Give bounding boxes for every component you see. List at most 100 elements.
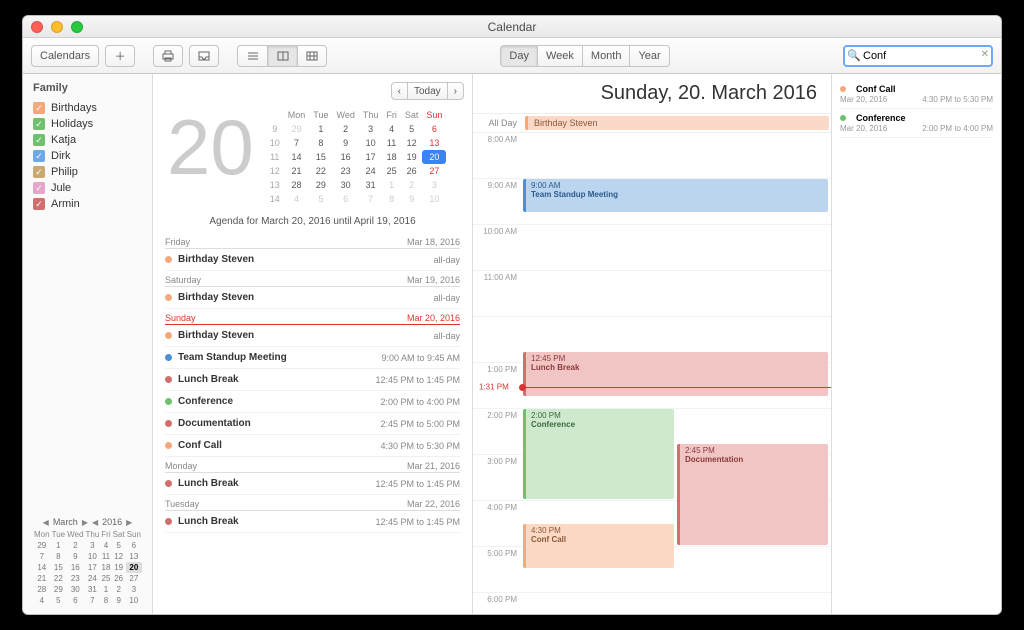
notifications-button[interactable]: [189, 45, 219, 67]
checkbox-icon[interactable]: ✓: [33, 182, 45, 194]
view-month-button[interactable]: Month: [582, 45, 630, 67]
checkbox-icon[interactable]: ✓: [33, 198, 45, 210]
dot-icon: [165, 256, 172, 263]
calendar-item[interactable]: ✓ Dirk: [33, 148, 142, 164]
tray-icon: [197, 50, 211, 62]
day-event[interactable]: 4:30 PMConf Call: [523, 524, 674, 568]
print-button[interactable]: [153, 45, 183, 67]
next-year-icon[interactable]: ▶: [126, 518, 132, 527]
app-window: Calendar Calendars ＋ DayWeekMonthYear 🔍 …: [22, 15, 1002, 615]
agenda-item-time: all-day: [433, 255, 460, 265]
agenda-item-time: all-day: [433, 331, 460, 341]
agenda-item-title: Lunch Break: [178, 478, 375, 489]
prev-button[interactable]: ‹: [391, 82, 407, 100]
agenda-list[interactable]: FridayMar 18, 2016Birthday Stevenall-day…: [153, 233, 472, 614]
next-button[interactable]: ›: [447, 82, 464, 100]
search-field[interactable]: 🔍 ✕: [843, 45, 993, 67]
agenda-day-header: MondayMar 21, 2016: [165, 457, 460, 473]
agenda-item[interactable]: Lunch Break12:45 PM to 1:45 PM: [165, 511, 460, 533]
add-button[interactable]: ＋: [105, 45, 135, 67]
agenda-item[interactable]: Birthday Stevenall-day: [165, 249, 460, 271]
layout-split-button[interactable]: [267, 45, 297, 67]
result-title: Conference: [856, 113, 906, 123]
agenda-day-header: TuesdayMar 22, 2016: [165, 495, 460, 511]
agenda-item[interactable]: Conference2:00 PM to 4:00 PM: [165, 391, 460, 413]
agenda-header: Agenda for March 20, 2016 until April 19…: [153, 216, 472, 227]
hour-label: 4:00 PM: [473, 501, 523, 546]
day-heading: Sunday, 20. March 2016: [473, 74, 831, 113]
calendar-label: Jule: [51, 182, 71, 194]
view-year-button[interactable]: Year: [629, 45, 669, 67]
checkbox-icon[interactable]: ✓: [33, 118, 45, 130]
result-time: 2:00 PM to 4:00 PM: [922, 124, 993, 133]
checkbox-icon[interactable]: ✓: [33, 134, 45, 146]
agenda-item-time: 2:00 PM to 4:00 PM: [380, 397, 460, 407]
calendar-item[interactable]: ✓Birthdays: [33, 100, 142, 116]
hour-label: 3:00 PM: [473, 455, 523, 500]
allday-label: All Day: [473, 114, 523, 132]
agenda-item[interactable]: Documentation2:45 PM to 5:00 PM: [165, 413, 460, 435]
search-result-item[interactable]: Conf CallMar 20, 20164:30 PM to 5:30 PM: [840, 80, 993, 109]
minimize-icon[interactable]: [51, 21, 63, 33]
big-day-number: 20: [167, 108, 254, 186]
allday-event[interactable]: Birthday Steven: [525, 116, 829, 130]
agenda-item-title: Birthday Steven: [178, 292, 433, 303]
layout-grid-button[interactable]: [297, 45, 327, 67]
agenda-item-title: Lunch Break: [178, 516, 375, 527]
calendar-item[interactable]: ✓ Holidays: [33, 116, 142, 132]
checkbox-icon[interactable]: ✓: [33, 166, 45, 178]
month-calendar[interactable]: MonTueWedThuFriSatSun9291234561078910111…: [266, 108, 447, 206]
day-view: Sunday, 20. March 2016 All Day Birthday …: [473, 74, 831, 614]
calendar-label: Dirk: [51, 150, 71, 162]
agenda-item[interactable]: Birthday Stevenall-day: [165, 325, 460, 347]
view-day-button[interactable]: Day: [500, 45, 537, 67]
dot-icon: [840, 86, 846, 92]
day-event[interactable]: 2:45 PMDocumentation: [677, 444, 828, 546]
clear-search-icon[interactable]: ✕: [981, 49, 989, 60]
agenda-day-header: FridayMar 18, 2016: [165, 233, 460, 249]
time-grid[interactable]: 8:00 AM9:00 AM10:00 AM11:00 AM1:00 PM2:0…: [473, 133, 831, 614]
close-icon[interactable]: [31, 21, 43, 33]
calendars-button[interactable]: Calendars: [31, 45, 99, 67]
today-button[interactable]: Today: [407, 82, 447, 100]
prev-year-icon[interactable]: ◀: [92, 518, 98, 527]
dot-icon: [165, 376, 172, 383]
search-result-item[interactable]: ConferenceMar 20, 20162:00 PM to 4:00 PM: [840, 109, 993, 138]
checkbox-icon[interactable]: ✓: [33, 150, 45, 162]
agenda-item[interactable]: Conf Call4:30 PM to 5:30 PM: [165, 435, 460, 457]
layout-list-button[interactable]: [237, 45, 267, 67]
calendar-item[interactable]: ✓ Philip: [33, 164, 142, 180]
agenda-item[interactable]: Team Standup Meeting9:00 AM to 9:45 AM: [165, 347, 460, 369]
calendar-label: Holidays: [51, 118, 93, 130]
agenda-item-title: Conf Call: [178, 440, 380, 451]
zoom-icon[interactable]: [71, 21, 83, 33]
calendar-label: Katja: [51, 134, 76, 146]
agenda-item-title: Documentation: [178, 418, 380, 429]
checkbox-icon[interactable]: ✓: [33, 102, 45, 114]
result-title: Conf Call: [856, 84, 896, 94]
agenda-item-time: all-day: [433, 293, 460, 303]
agenda-day-header: SundayMar 20, 2016: [165, 309, 460, 325]
agenda-item[interactable]: Lunch Break12:45 PM to 1:45 PM: [165, 369, 460, 391]
calendar-item[interactable]: ✓ Katja: [33, 132, 142, 148]
now-indicator: [523, 387, 831, 388]
day-event[interactable]: 12:45 PMLunch Break: [523, 352, 828, 396]
agenda-item-title: Team Standup Meeting: [178, 352, 381, 363]
agenda-item[interactable]: Birthday Stevenall-day: [165, 287, 460, 309]
next-month-icon[interactable]: ▶: [82, 518, 88, 527]
agenda-item-time: 4:30 PM to 5:30 PM: [380, 441, 460, 451]
day-event[interactable]: 2:00 PMConference: [523, 409, 674, 499]
agenda-item[interactable]: Lunch Break12:45 PM to 1:45 PM: [165, 473, 460, 495]
prev-month-icon[interactable]: ◀: [43, 518, 49, 527]
search-input[interactable]: [843, 45, 993, 67]
hour-label: 2:00 PM: [473, 409, 523, 454]
calendar-label: Philip: [51, 166, 78, 178]
dot-icon: [165, 518, 172, 525]
search-icon: 🔍: [847, 49, 861, 62]
day-event[interactable]: 9:00 AMTeam Standup Meeting: [523, 179, 828, 212]
view-week-button[interactable]: Week: [537, 45, 582, 67]
dot-icon: [165, 294, 172, 301]
calendar-item[interactable]: ✓ Jule: [33, 180, 142, 196]
mini-calendar[interactable]: ◀ March ▶ ◀ 2016 ▶ MonTueWedThuFriSatSun…: [33, 517, 142, 606]
calendar-item[interactable]: ✓Armin: [33, 196, 142, 212]
